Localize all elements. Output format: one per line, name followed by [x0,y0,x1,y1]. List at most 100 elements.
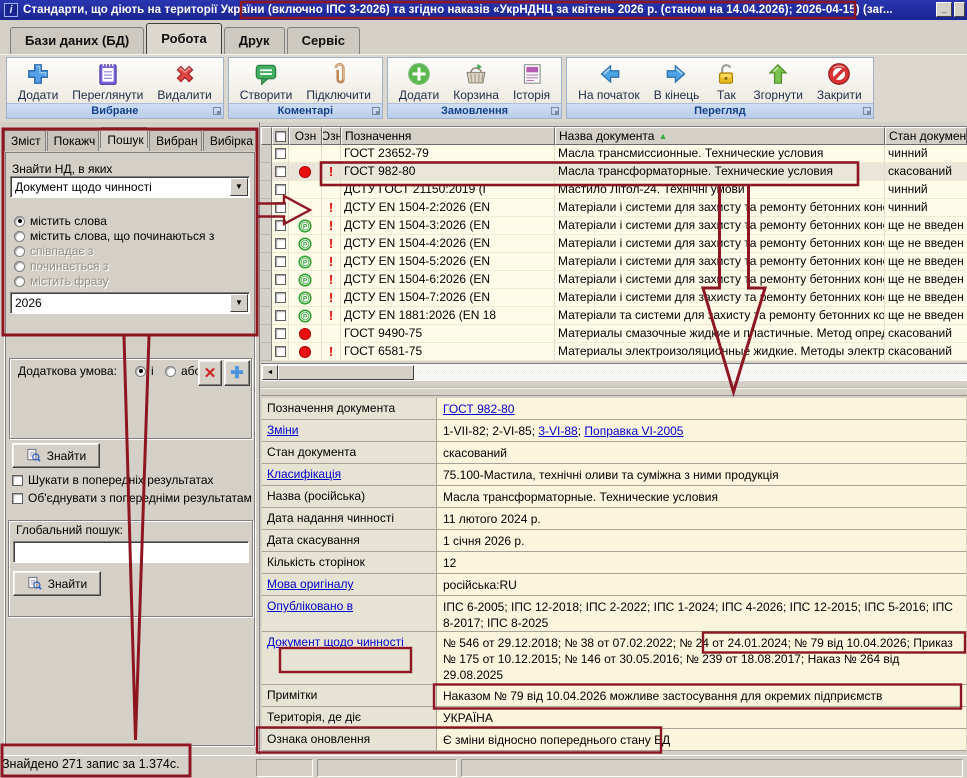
ribbon-button-додати[interactable]: Додати [392,60,446,103]
find-button[interactable]: Знайти [12,443,100,468]
sidebar-tab-5[interactable]: Вибірка [203,130,257,151]
search-previous-checkbox[interactable]: Шукати в попередніх результатах [12,473,256,487]
delete-x-icon [172,61,198,87]
table-row[interactable]: !ДСТУ EN 1881:2026 (EN 18Матеріали та си… [261,307,967,325]
ribbon-button-в кінець[interactable]: В кінець [647,60,707,103]
sidebar-tab-4[interactable]: Вибран [149,130,202,151]
splitter[interactable] [261,380,967,396]
checkbox-icon [275,292,286,303]
ribbon-group-1: ДодатиПереглянутиВидалитиВибране [6,57,224,119]
ribbon-tab-3[interactable]: Друк [224,27,285,54]
table-row[interactable]: ГОСТ 23652-79Масла трансмиссионные. Техн… [261,145,967,163]
sidebar-tab-1[interactable]: Зміст [4,130,46,151]
table-row[interactable]: !ДСТУ EN 1504-3:2026 (ENМатеріали і сист… [261,217,967,235]
detail-label-link[interactable]: Зміни [267,423,299,437]
ribbon-button-підключити[interactable]: Підключити [299,60,378,103]
checkbox-icon [275,256,286,267]
match-option-radio-1[interactable]: містить слова [14,214,107,228]
table-row[interactable]: !ДСТУ EN 1504-5:2026 (ENМатеріали і сист… [261,253,967,271]
minimize-button[interactable]: _ [936,2,952,17]
ribbon-button-корзина[interactable]: Корзина [446,60,506,103]
detail-label-link[interactable]: Опубліковано в [267,599,353,613]
global-find-button[interactable]: Знайти [13,571,101,596]
ribbon-button-закрити[interactable]: Закрити [810,60,869,103]
detail-value-link[interactable]: 3-VI-88 [538,424,577,438]
column-header-state[interactable]: Стан докумен [885,127,967,145]
exclamation-icon: ! [329,235,333,252]
dialog-launcher-icon[interactable] [863,107,871,115]
table-row[interactable]: !ГОСТ 982-80Масла трансформаторные. Техн… [261,163,967,181]
column-header-designation[interactable]: Позначення [341,127,555,145]
row-checkbox[interactable] [272,199,289,217]
table-row[interactable]: !ДСТУ EN 1504-7:2026 (ENМатеріали і сист… [261,289,967,307]
row-designation: ДСТУ EN 1504-5:2026 (EN [341,253,555,271]
table-row[interactable]: ГОСТ 9490-75Материалы смазочные жидкие и… [261,325,967,343]
merge-previous-checkbox[interactable]: Об'єднувати з попередніми результатам [12,491,256,505]
ribbon-tab-1[interactable]: Бази даних (БД) [10,27,144,54]
global-search-input[interactable] [13,541,249,563]
row-marker-cell [289,235,322,253]
header-select-all-checkbox[interactable] [272,127,289,145]
row-checkbox[interactable] [272,307,289,325]
row-checkbox[interactable] [272,217,289,235]
dialog-launcher-icon[interactable] [372,107,380,115]
detail-label: Позначення документа [262,398,437,419]
chevron-down-icon[interactable]: ▼ [230,178,248,196]
column-header-mark2[interactable]: Озн [322,127,341,145]
row-exclaim-cell: ! [322,271,341,289]
row-exclaim-cell [322,325,341,343]
table-row[interactable]: !ДСТУ EN 1504-6:2026 (ENМатеріали і сист… [261,271,967,289]
ribbon-button-переглянути[interactable]: Переглянути [65,60,150,103]
row-checkbox[interactable] [272,253,289,271]
row-checkbox[interactable] [272,163,289,181]
condition-or-radio[interactable]: або [165,364,201,378]
ribbon-button-так[interactable]: Так [706,60,746,103]
ribbon-button-створити[interactable]: Створити [233,60,300,103]
ribbon-button-видалити[interactable]: Видалити [150,60,218,103]
row-checkbox[interactable] [272,181,289,199]
green-p-icon [298,219,312,233]
row-checkbox[interactable] [272,343,289,361]
ribbon-button-на початок[interactable]: На початок [571,60,647,103]
detail-value: російська:RU [437,574,966,595]
row-name: Матеріали і системи для захисту та ремон… [555,199,885,217]
search-query-combobox[interactable]: 2026 ▼ [10,292,250,314]
column-header-name[interactable]: Назва документа▲ [555,127,885,145]
detail-value: УКРАЇНА [437,707,966,728]
scrollbar-thumb[interactable] [278,365,414,380]
match-option-radio-2[interactable]: містить слова, що починаються з [14,229,214,243]
ribbon-button-додати[interactable]: Додати [11,60,65,103]
detail-label-link[interactable]: Мова оригіналу [267,577,353,591]
detail-value-link[interactable]: ГОСТ 982-80 [443,402,514,416]
ribbon-button-історія[interactable]: Історія [506,60,557,103]
dialog-launcher-icon[interactable] [213,107,221,115]
table-row[interactable]: !ДСТУ EN 1504-4:2026 (ENМатеріали і сист… [261,235,967,253]
ribbon-button-згорнути[interactable]: Згорнути [746,60,810,103]
maximize-button[interactable] [954,2,965,17]
table-row[interactable]: ДСТУ ГОСТ 21150:2019 (ГМастило Літол-24.… [261,181,967,199]
sidebar-tab-3[interactable]: Пошук [100,127,148,148]
row-checkbox[interactable] [272,235,289,253]
table-row[interactable]: !ГОСТ 6581-75Материалы электроизоляционн… [261,343,967,361]
ribbon-button-label: На початок [578,88,640,102]
chevron-down-icon[interactable]: ▼ [230,294,248,312]
ribbon-tab-4[interactable]: Сервіс [287,27,360,54]
detail-label-link[interactable]: Класифікація [267,467,341,481]
dialog-launcher-icon[interactable] [551,107,559,115]
row-checkbox[interactable] [272,289,289,307]
table-row[interactable]: !ДСТУ EN 1504-2:2026 (ENМатеріали і сист… [261,199,967,217]
grid-horizontal-scrollbar[interactable]: ◄ [261,363,967,380]
remove-condition-button[interactable]: ✕ [198,360,222,386]
condition-and-radio[interactable]: і [135,364,154,378]
sidebar-tab-2[interactable]: Покажч [47,130,100,151]
row-checkbox[interactable] [272,271,289,289]
detail-label-link[interactable]: Документ щодо чинності [267,635,404,649]
ribbon-tab-2[interactable]: Робота [146,23,222,54]
scroll-left-icon[interactable]: ◄ [262,365,278,380]
search-field-combobox[interactable]: Документ щодо чинності ▼ [10,176,250,198]
column-header-mark1[interactable]: Озн [289,127,322,145]
add-condition-button[interactable]: ✚ [224,360,250,386]
row-checkbox[interactable] [272,145,289,163]
row-checkbox[interactable] [272,325,289,343]
detail-value-link[interactable]: Поправка VI-2005 [584,424,683,438]
